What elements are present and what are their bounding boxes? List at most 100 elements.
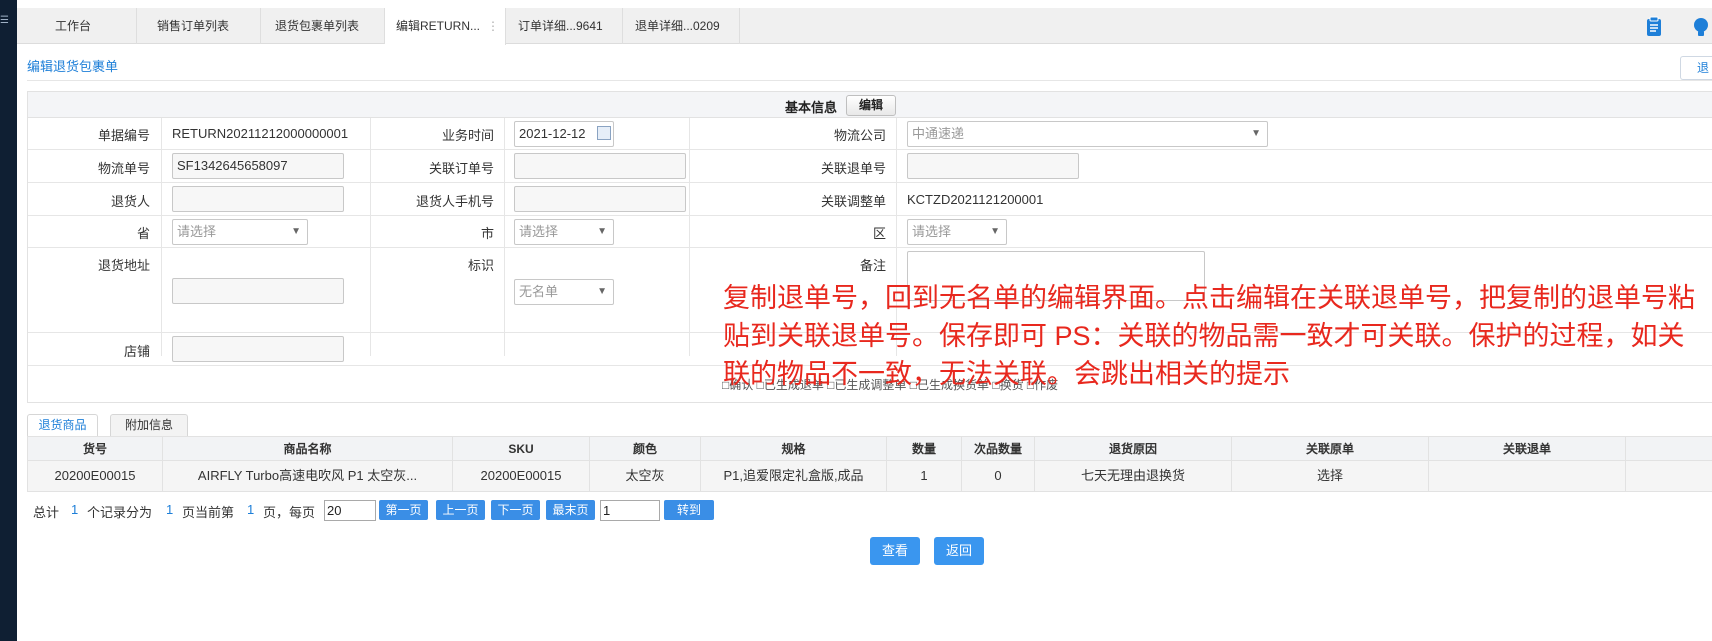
mark-select[interactable]: 无名单 ▼ [514,279,614,305]
col-header: 规格 [701,437,887,460]
chevron-down-icon: ▼ [597,226,607,237]
page-title: 编辑退货包裹单 [27,59,119,74]
tab-workbench[interactable]: 工作台 [17,8,137,44]
biz-time-input[interactable]: 2021-12-12 [514,121,614,147]
chevron-down-icon: ▼ [291,226,301,237]
tab-edit-return[interactable]: 编辑RETURN... ⋮ [385,8,506,45]
pager-text: 总计 [33,505,60,520]
remark-label: 备注 [859,258,886,273]
store-input[interactable] [172,336,344,362]
returner-label: 退货人 [110,194,150,209]
chevron-down-icon: ▼ [1251,128,1261,139]
title-divider [27,80,1712,81]
tab-additional-info[interactable]: 附加信息 [110,414,188,437]
doc-no-label: 单据编号 [97,128,150,143]
edit-button[interactable]: 编辑 [846,95,896,116]
mark-label: 标识 [467,258,494,273]
menu-grip-icon[interactable]: ☰ [0,14,9,28]
form-row: 单据编号 RETURN20211212000000001 业务时间 2021-1… [28,118,1712,150]
doc-no-value: RETURN20211212000000001 [172,126,349,141]
col-header: 数量 [887,437,962,460]
biz-time-label: 业务时间 [441,128,494,143]
last-page-button[interactable]: 最末页 [546,500,595,520]
first-page-button[interactable]: 第一页 [379,500,428,520]
col-header: SKU [453,437,590,460]
logistics-company-select[interactable]: 中通速递 ▼ [907,121,1268,147]
pager-text: 页当前第 [182,505,235,520]
address-input[interactable] [172,278,344,304]
per-page-input[interactable]: 20 [324,500,376,521]
select-original-order-link[interactable]: 选择 [1232,461,1429,491]
table-header: 货号 商品名称 SKU 颜色 规格 数量 次品数量 退货原因 关联原单 关联退单 [27,436,1712,461]
calendar-icon[interactable] [597,126,611,140]
col-header: 关联原单 [1232,437,1429,460]
tab-return-detail[interactable]: 退单详细...0209 [623,8,740,44]
returner-phone-label: 退货人手机号 [415,194,494,209]
tab-order-detail[interactable]: 订单详细...9641 [506,8,623,44]
tab-more-icon[interactable]: ⋮ [487,8,499,44]
province-label: 省 [136,226,150,241]
cell-defect-qty: 0 [962,461,1035,491]
cell-item-no: 20200E00015 [28,461,163,491]
related-return-label: 关联退单号 [820,161,886,176]
cell-sku: 20200E00015 [453,461,590,491]
chevron-down-icon: ▼ [597,286,607,297]
col-header: 关联退单 [1429,437,1626,460]
view-button[interactable]: 查看 [870,537,920,565]
cell-product-name: AIRFLY Turbo高速电吹风 P1 太空灰... [163,461,453,491]
form-header: 基本信息 编辑 [28,92,1712,118]
col-header: 次品数量 [962,437,1035,460]
city-select[interactable]: 请选择 ▼ [514,219,614,245]
cell-color: 太空灰 [590,461,701,491]
pager-current: 1 [247,502,255,517]
chevron-down-icon: ▼ [990,226,1000,237]
cell-return-reason: 七天无理由退换货 [1035,461,1232,491]
goto-page-input[interactable]: 1 [600,500,660,521]
return-side-button[interactable]: 退 [1680,56,1712,80]
pager-text: 个记录分为 [87,505,153,520]
col-header: 退货原因 [1035,437,1232,460]
col-header: 商品名称 [163,437,453,460]
tab-return-goods[interactable]: 退货商品 [27,414,98,437]
next-page-button[interactable]: 下一页 [491,500,540,520]
lightbulb-icon[interactable] [1690,16,1712,38]
col-header: 货号 [28,437,163,460]
store-label: 店铺 [123,344,150,359]
logistics-company-label: 物流公司 [833,128,886,143]
form-row: 省 请选择 ▼ 市 请选择 ▼ 区 请选择 ▼ [28,216,1712,248]
prev-page-button[interactable]: 上一页 [436,500,485,520]
section-title: 基本信息 [785,100,838,115]
cell-qty: 1 [887,461,962,491]
clipboard-icon[interactable] [1643,16,1665,38]
back-button[interactable]: 返回 [934,537,984,565]
district-select[interactable]: 请选择 ▼ [907,219,1007,245]
related-order-label: 关联订单号 [428,161,494,176]
tab-sales-orders[interactable]: 销售订单列表 [137,8,261,44]
col-header: 颜色 [590,437,701,460]
address-label: 退货地址 [97,258,150,273]
goto-button[interactable]: 转到 [664,500,714,520]
form-row: 物流单号 SF1342645658097 关联订单号 关联退单号 [28,150,1712,183]
tracking-input[interactable]: SF1342645658097 [172,153,344,179]
form-row: 退货人 退货人手机号 关联调整单 KCTZD2021121200001 [28,183,1712,216]
pager-pages: 1 [166,502,174,517]
related-order-input[interactable] [514,153,686,179]
tab-bar: 工作台 销售订单列表 退货包裹单列表 编辑RETURN... ⋮ 订单详细...9… [17,8,1712,45]
related-adjust-value: KCTZD2021121200001 [907,192,1044,207]
related-return-input[interactable] [907,153,1079,179]
returner-input[interactable] [172,186,344,212]
pager-text: 页，每页 [263,505,316,520]
province-select[interactable]: 请选择 ▼ [172,219,308,245]
city-label: 市 [480,226,494,241]
pager-total: 1 [71,502,79,517]
left-sidebar-strip: ☰ [0,0,17,641]
cell-spec: P1,追爱限定礼盒版,成品 [701,461,887,491]
table-row: 20200E00015 AIRFLY Turbo高速电吹风 P1 太空灰... … [27,461,1712,492]
tab-return-packages[interactable]: 退货包裹单列表 [261,8,385,44]
instruction-annotation: 复制退单号，回到无名单的编辑界面。点击编辑在关联退单号，把复制的退单号粘贴到关联… [723,283,1695,389]
returner-phone-input[interactable] [514,186,686,212]
related-adjust-label: 关联调整单 [820,194,886,209]
tracking-label: 物流单号 [97,161,150,176]
cell-related-return [1429,461,1626,491]
district-label: 区 [872,226,886,241]
